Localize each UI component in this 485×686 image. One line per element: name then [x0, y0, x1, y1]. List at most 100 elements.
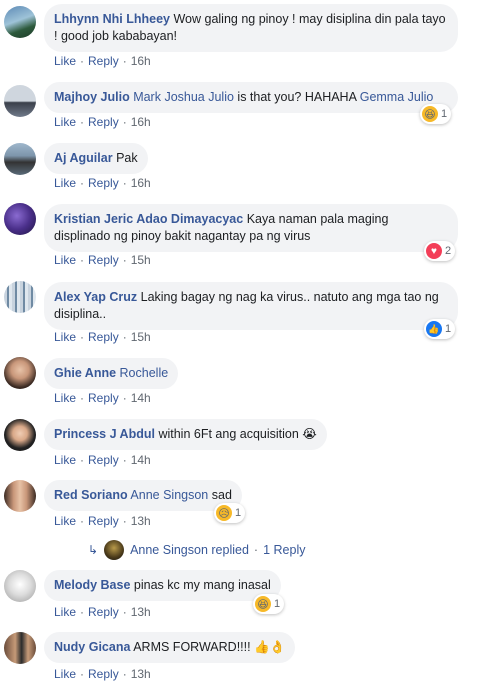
separator: · [122, 330, 127, 344]
timestamp[interactable]: 15h [131, 253, 151, 267]
reply-link[interactable]: Reply [88, 54, 119, 68]
comment-text: within 6Ft ang acquisition [158, 427, 299, 441]
separator: · [122, 514, 127, 528]
like-link[interactable]: Like [54, 605, 76, 619]
comment-bubble: Aj Aguilar Pak [44, 143, 148, 174]
reaction-count: 1 [441, 108, 448, 120]
comment-bubble: Melody Base pinas kc my mang inasal [44, 570, 281, 601]
timestamp[interactable]: 13h [131, 514, 151, 528]
mention-link[interactable]: Anne Singson [130, 488, 208, 502]
avatar[interactable] [4, 570, 36, 602]
reaction-count: 1 [235, 507, 242, 519]
reply-count[interactable]: 1 Reply [263, 543, 305, 557]
comment-author[interactable]: Nudy Gicana [54, 640, 130, 654]
comment-actions: Like · Reply · 14h [54, 453, 151, 467]
like-link[interactable]: Like [54, 453, 76, 467]
comment-author[interactable]: Ghie Anne [54, 366, 116, 380]
comment-author[interactable]: Alex Yap Cruz [54, 290, 137, 304]
timestamp[interactable]: 16h [131, 176, 151, 190]
comment-actions: Like · Reply · 13h [54, 667, 151, 681]
comment-actions: Like · Reply · 15h [54, 253, 151, 267]
separator: · [122, 605, 127, 619]
reply-link[interactable]: Reply [88, 453, 119, 467]
haha-icon: 😆 [255, 596, 271, 612]
timestamp[interactable]: 13h [131, 667, 151, 681]
comment-author[interactable]: Princess J Abdul [54, 427, 155, 441]
reply-author[interactable]: Anne Singson [130, 543, 208, 557]
separator: · [122, 54, 127, 68]
like-link[interactable]: Like [54, 115, 76, 129]
like-link[interactable]: Like [54, 253, 76, 267]
reply-link[interactable]: Reply [88, 667, 119, 681]
separator: · [122, 115, 127, 129]
separator: · [80, 514, 85, 528]
comment-bubble: Alex Yap Cruz Laking bagay ng nag ka vir… [44, 282, 458, 330]
like-link[interactable]: Like [54, 514, 76, 528]
comment-author[interactable]: Kristian Jeric Adao Dimayacyac [54, 212, 243, 226]
like-link[interactable]: Like [54, 54, 76, 68]
avatar[interactable] [4, 203, 36, 235]
timestamp[interactable]: 16h [131, 54, 151, 68]
separator: · [122, 453, 127, 467]
comment-author[interactable]: Melody Base [54, 578, 130, 592]
comment-actions: Like · Reply · 16h [54, 54, 151, 68]
reply-link[interactable]: Reply [88, 605, 119, 619]
separator: · [80, 391, 85, 405]
reaction-count: 1 [274, 598, 281, 610]
reply-link[interactable]: Reply [88, 176, 119, 190]
comment-text: Pak [116, 151, 138, 165]
comment-bubble: Lhhynn Nhi Lhheey Wow galing ng pinoy ! … [44, 4, 458, 52]
comment-bubble: Majhoy Julio Mark Joshua Julio is that y… [44, 82, 458, 113]
reply-link[interactable]: Reply [88, 391, 119, 405]
reaction-count: 2 [445, 245, 452, 257]
separator: · [80, 54, 85, 68]
reaction-badge[interactable]: 😆 1 [253, 594, 285, 614]
timestamp[interactable]: 16h [131, 115, 151, 129]
comment-author[interactable]: Aj Aguilar [54, 151, 113, 165]
like-link[interactable]: Like [54, 667, 76, 681]
comment-actions: Like · Reply · 14h [54, 391, 151, 405]
separator: · [122, 253, 127, 267]
mention-link[interactable]: Gemma Julio [360, 90, 434, 104]
reply-link[interactable]: Reply [88, 253, 119, 267]
separator: · [80, 115, 85, 129]
avatar[interactable] [4, 281, 36, 313]
thumbs-up-ok-icon: 👍👌 [254, 640, 286, 654]
reply-link[interactable]: Reply [88, 115, 119, 129]
separator: · [80, 453, 85, 467]
separator: · [80, 253, 85, 267]
avatar[interactable] [4, 632, 36, 664]
comment-bubble: Princess J Abdul within 6Ft ang acquisit… [44, 419, 327, 450]
reaction-badge[interactable]: 👍 1 [424, 319, 456, 339]
like-link[interactable]: Like [54, 176, 76, 190]
avatar[interactable] [4, 85, 36, 117]
timestamp[interactable]: 14h [131, 453, 151, 467]
separator: · [80, 330, 85, 344]
comment-author[interactable]: Lhhynn Nhi Lhheey [54, 12, 170, 26]
timestamp[interactable]: 15h [131, 330, 151, 344]
avatar[interactable] [4, 480, 36, 512]
separator: · [80, 667, 85, 681]
thumbs-up-icon: 👍 [426, 321, 442, 337]
avatar[interactable] [4, 143, 36, 175]
avatar[interactable] [4, 419, 36, 451]
like-link[interactable]: Like [54, 330, 76, 344]
reaction-badge[interactable]: 😥 1 [214, 503, 246, 523]
reaction-badge[interactable]: ♥ 2 [424, 241, 456, 261]
like-link[interactable]: Like [54, 391, 76, 405]
comment-text: ARMS FORWARD!!!! [133, 640, 251, 654]
reaction-count: 1 [445, 323, 452, 335]
avatar[interactable] [4, 357, 36, 389]
mention-link[interactable]: Mark Joshua Julio [133, 90, 234, 104]
reply-link[interactable]: Reply [88, 514, 119, 528]
comment-author[interactable]: Majhoy Julio [54, 90, 130, 104]
view-replies-link[interactable]: ↳ Anne Singson replied · 1 Reply [88, 540, 305, 560]
comment-text: pinas kc my mang inasal [133, 578, 271, 592]
reply-link[interactable]: Reply [88, 330, 119, 344]
reaction-badge[interactable]: 😆 1 [420, 104, 452, 124]
comment-author[interactable]: Red Soriano [54, 488, 128, 502]
timestamp[interactable]: 13h [131, 605, 151, 619]
mention-link[interactable]: Rochelle [120, 366, 169, 380]
timestamp[interactable]: 14h [131, 391, 151, 405]
avatar[interactable] [4, 6, 36, 38]
